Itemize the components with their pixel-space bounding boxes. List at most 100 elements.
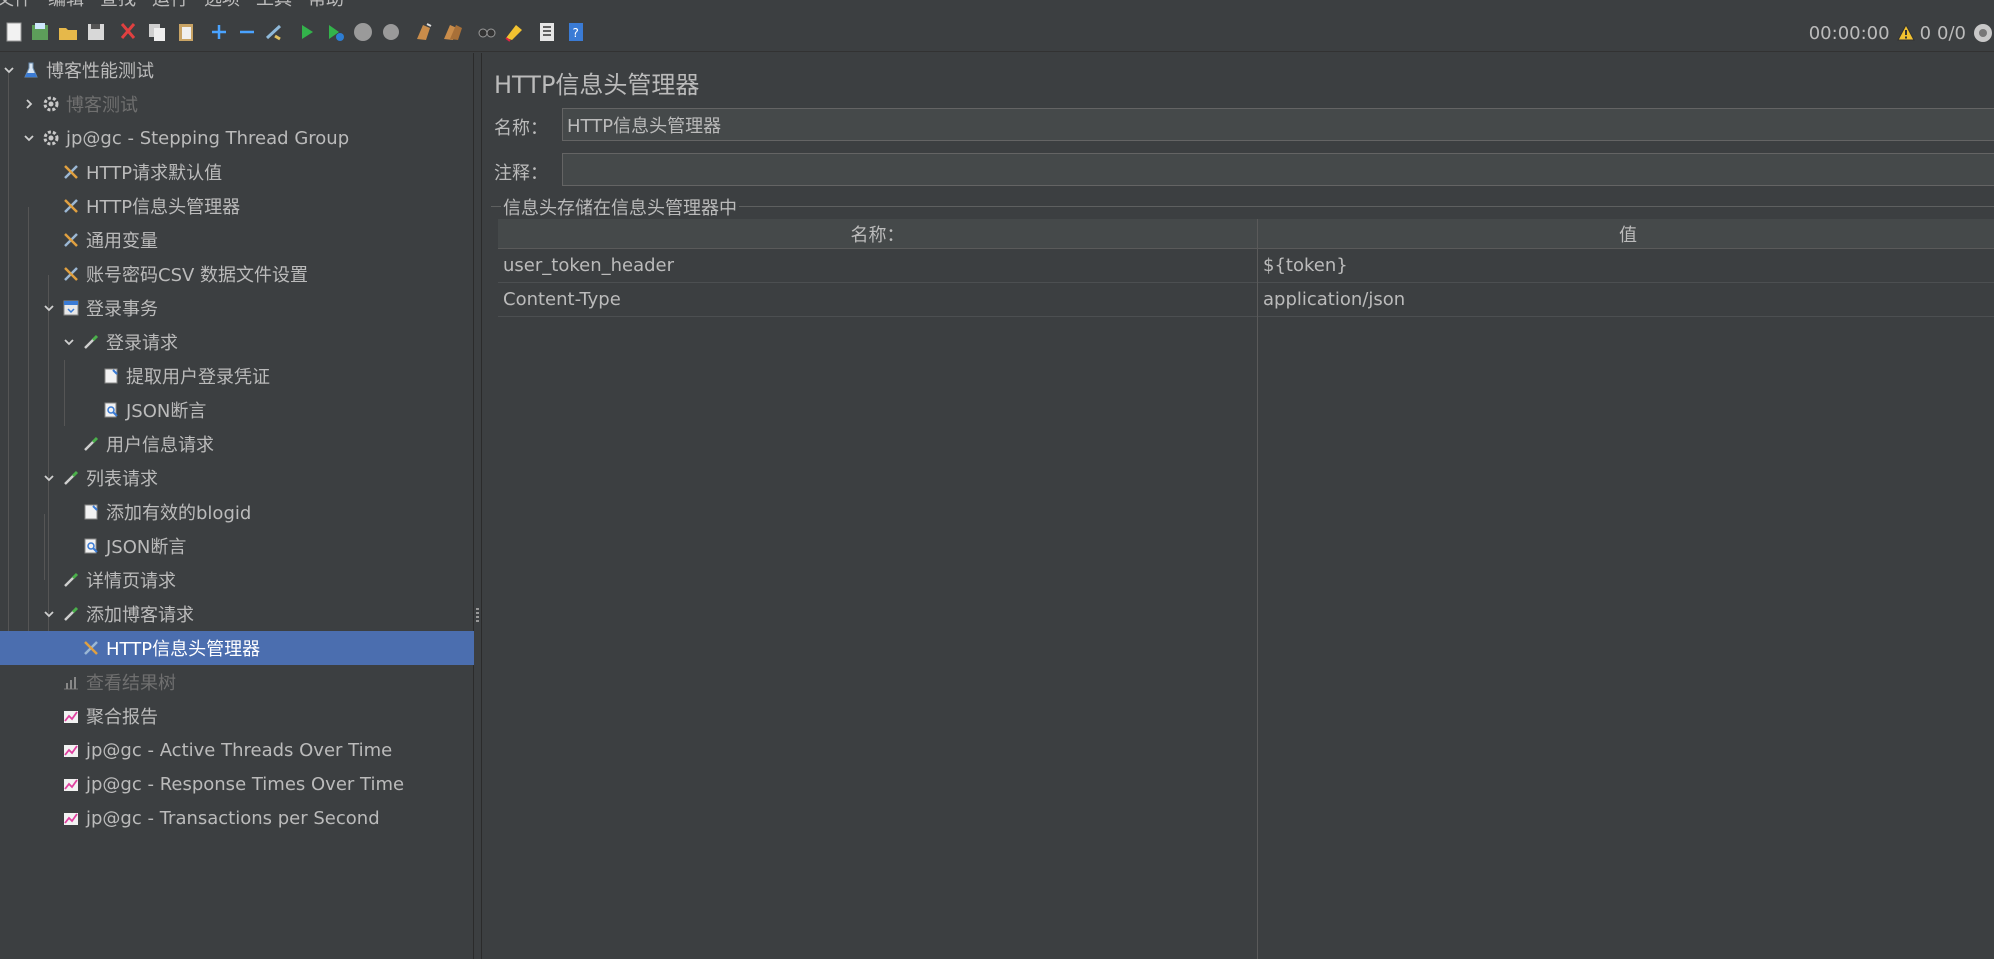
- transaction-icon: [62, 299, 80, 317]
- tree-node[interactable]: 添加博客请求: [0, 597, 474, 631]
- column-header-value[interactable]: 值: [1258, 219, 1994, 249]
- expand-icon[interactable]: [208, 21, 230, 43]
- search-icon[interactable]: [476, 21, 498, 43]
- open-icon[interactable]: [57, 21, 79, 43]
- chevron-down-icon[interactable]: [62, 335, 76, 349]
- table-row[interactable]: Content-Type application/json: [498, 283, 1994, 317]
- name-field[interactable]: [562, 108, 1994, 141]
- collapse-icon[interactable]: [236, 21, 258, 43]
- tree-node[interactable]: jp@gc - Response Times Over Time: [0, 767, 474, 801]
- tree-node[interactable]: jp@gc - Stepping Thread Group: [0, 121, 474, 155]
- stop-icon[interactable]: [352, 21, 374, 43]
- tree-node-label: 添加有效的blogid: [106, 503, 252, 524]
- tree-node[interactable]: 聚合报告: [0, 699, 474, 733]
- new-icon[interactable]: [3, 21, 25, 43]
- menu-tools[interactable]: 工具: [256, 0, 292, 11]
- menu-options[interactable]: 选项: [204, 0, 240, 11]
- tree-node[interactable]: 用户信息请求: [0, 427, 474, 461]
- tree-node[interactable]: 添加有效的blogid: [0, 495, 474, 529]
- tree-node-label: 博客测试: [66, 95, 138, 116]
- elapsed-timer: 00:00:00: [1808, 22, 1890, 44]
- table-row[interactable]: user_token_header ${token}: [498, 249, 1994, 283]
- column-header-name[interactable]: 名称：: [498, 219, 1257, 249]
- tree-node[interactable]: 博客测试: [0, 87, 474, 121]
- tree-node[interactable]: JSON断言: [0, 393, 474, 427]
- cut-icon[interactable]: [117, 21, 139, 43]
- graph-icon: [62, 775, 80, 793]
- thread-count: 0/0: [1937, 22, 1966, 44]
- menu-file[interactable]: 文件: [0, 0, 32, 11]
- tree-node[interactable]: 登录请求: [0, 325, 474, 359]
- config-element-icon: [82, 639, 100, 657]
- header-name-cell[interactable]: user_token_header: [498, 249, 1257, 282]
- header-value-cell[interactable]: application/json: [1258, 283, 1994, 316]
- chevron-down-icon[interactable]: [42, 301, 56, 315]
- start-icon[interactable]: [296, 21, 318, 43]
- start-no-pause-icon[interactable]: [324, 21, 346, 43]
- tree-node[interactable]: 登录事务: [0, 291, 474, 325]
- graph-icon: [62, 809, 80, 827]
- menu-search[interactable]: 查找: [100, 0, 136, 11]
- toggle-icon[interactable]: [263, 21, 285, 43]
- panel-splitter[interactable]: [474, 53, 482, 959]
- tree-node[interactable]: HTTP信息头管理器: [0, 631, 474, 665]
- templates-icon[interactable]: [29, 21, 51, 43]
- tree-node[interactable]: 查看结果树: [0, 665, 474, 699]
- tree-node-label: 提取用户登录凭证: [126, 367, 270, 388]
- comment-field[interactable]: [562, 153, 1994, 186]
- warning-icon[interactable]: [1896, 23, 1916, 43]
- tree-node[interactable]: 账号密码CSV 数据文件设置: [0, 257, 474, 291]
- tree-node[interactable]: jp@gc - Transactions per Second: [0, 801, 474, 835]
- chevron-down-icon[interactable]: [42, 607, 56, 621]
- copy-icon[interactable]: [146, 21, 168, 43]
- header-value-cell[interactable]: ${token}: [1258, 249, 1994, 282]
- column-separator: [1257, 219, 1258, 959]
- tree-node[interactable]: 博客性能测试: [0, 53, 474, 87]
- function-helper-icon[interactable]: [536, 21, 558, 43]
- svg-text:?: ?: [573, 26, 579, 40]
- sampler-icon: [82, 435, 100, 453]
- tree-node-label: JSON断言: [106, 537, 187, 558]
- tree-node[interactable]: 详情页请求: [0, 563, 474, 597]
- paste-icon[interactable]: [175, 21, 197, 43]
- tree-node[interactable]: 提取用户登录凭证: [0, 359, 474, 393]
- graph-icon: [62, 741, 80, 759]
- header-name-cell[interactable]: Content-Type: [498, 283, 1257, 316]
- chevron-down-icon[interactable]: [42, 471, 56, 485]
- chevron-right-icon[interactable]: [22, 97, 36, 111]
- tree-node[interactable]: 通用变量: [0, 223, 474, 257]
- save-icon[interactable]: [85, 21, 107, 43]
- tree-node[interactable]: 列表请求: [0, 461, 474, 495]
- reset-search-icon[interactable]: [503, 21, 525, 43]
- sampler-icon: [62, 571, 80, 589]
- post-processor-icon: [82, 503, 100, 521]
- shutdown-icon[interactable]: [380, 21, 402, 43]
- tree-node[interactable]: HTTP请求默认值: [0, 155, 474, 189]
- listener-icon: [62, 673, 80, 691]
- help-icon[interactable]: ?: [565, 21, 587, 43]
- clear-icon[interactable]: [413, 21, 435, 43]
- tree-node[interactable]: JSON断言: [0, 529, 474, 563]
- chevron-down-icon[interactable]: [22, 131, 36, 145]
- comment-label: 注释：: [494, 163, 548, 184]
- sampler-icon: [62, 469, 80, 487]
- tree-node-label: 详情页请求: [86, 571, 176, 592]
- tree-node-label: 登录事务: [86, 299, 158, 320]
- chevron-down-icon[interactable]: [2, 63, 16, 77]
- toolbar: ? 00:00:00 0 0/0: [0, 12, 1994, 52]
- clear-all-icon[interactable]: [441, 21, 463, 43]
- menu-edit[interactable]: 编辑: [48, 0, 84, 11]
- editor-panel: HTTP信息头管理器 名称： 注释： 信息头存储在信息头管理器中 名称： 值 u…: [483, 53, 1994, 959]
- tree-node-label: jp@gc - Response Times Over Time: [86, 773, 405, 795]
- tree-node[interactable]: HTTP信息头管理器: [0, 189, 474, 223]
- tree-node-label: 登录请求: [106, 333, 178, 354]
- menu-run[interactable]: 运行: [152, 0, 188, 11]
- menu-help[interactable]: 帮助: [308, 0, 344, 11]
- tree-node[interactable]: jp@gc - Active Threads Over Time: [0, 733, 474, 767]
- tree-node-label: 账号密码CSV 数据文件设置: [86, 265, 309, 286]
